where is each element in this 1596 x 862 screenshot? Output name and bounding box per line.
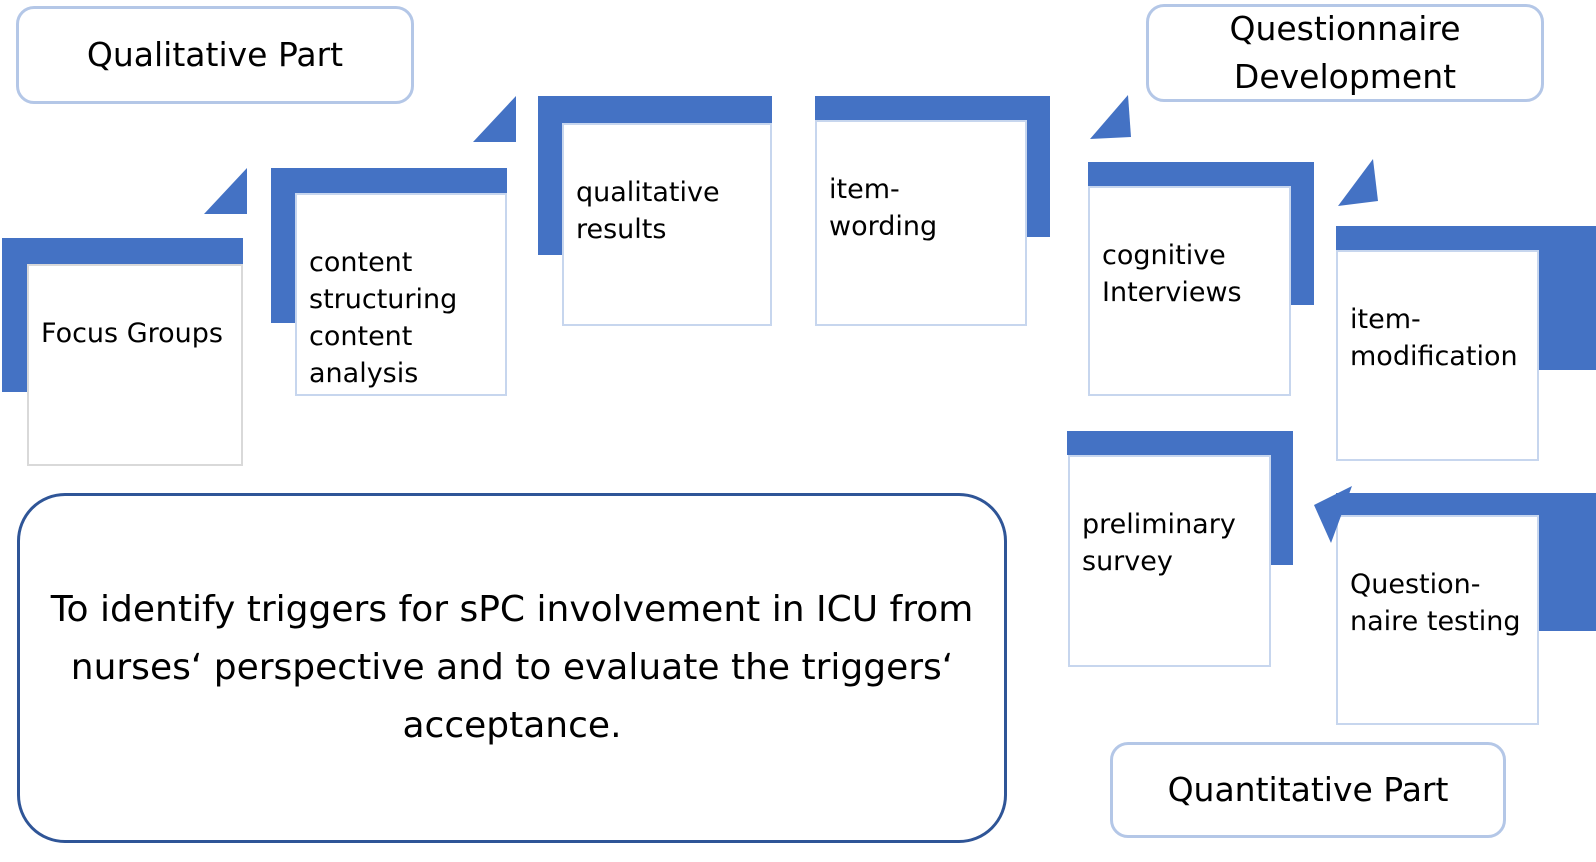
study-goal-box: To identify triggers for sPC involvement… — [17, 493, 1007, 843]
arrow-interviews-to-modification-icon — [1338, 159, 1378, 206]
arrow-wording-to-interviews-icon — [1090, 95, 1131, 139]
study-goal-text: To identify triggers for sPC involvement… — [50, 589, 974, 746]
arrow-content-to-results-icon — [473, 96, 516, 142]
arrow-testing-to-survey-icon — [1314, 486, 1352, 543]
arrow-focus-to-content-icon — [204, 168, 247, 214]
